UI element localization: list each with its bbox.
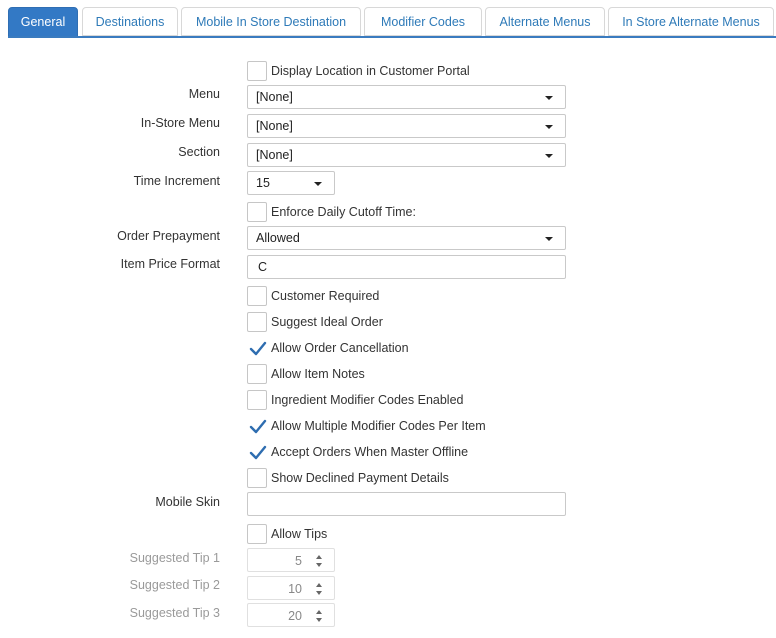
item-price-format-label: Item Price Format [120, 257, 220, 271]
checkmark-icon [249, 341, 267, 356]
time-increment-label: Time Increment [133, 174, 220, 188]
caret-down-icon [545, 154, 553, 158]
suggested-tip-3-label: Suggested Tip 3 [129, 606, 220, 620]
allow-order-cancellation-label: Allow Order Cancellation [271, 341, 409, 355]
menu-select-value: [None] [256, 90, 293, 104]
spinner-down-icon[interactable] [316, 563, 322, 567]
customer-required-checkbox[interactable] [247, 286, 267, 306]
order-prepayment-label: Order Prepayment [117, 229, 220, 243]
spinner-down-icon[interactable] [316, 591, 322, 595]
caret-down-icon [545, 237, 553, 241]
ingredient-modifier-codes-row[interactable]: Ingredient Modifier Codes Enabled [247, 390, 463, 410]
section-select-value: [None] [256, 148, 293, 162]
suggested-tip-1-stepper[interactable]: 5 [247, 548, 335, 572]
allow-tips-checkbox[interactable] [247, 524, 267, 544]
in-store-menu-label: In-Store Menu [140, 116, 220, 130]
spinner-up-icon[interactable] [316, 610, 322, 614]
tab-modifier-codes[interactable]: Modifier Codes [364, 7, 482, 36]
caret-down-icon [545, 125, 553, 129]
allow-tips-row[interactable]: Allow Tips [247, 524, 327, 544]
suggested-tip-2-stepper[interactable]: 10 [247, 576, 335, 600]
suggest-ideal-order-row[interactable]: Suggest Ideal Order [247, 312, 383, 332]
suggest-ideal-order-label: Suggest Ideal Order [271, 315, 383, 329]
tab-bar: General Destinations Mobile In Store Des… [8, 7, 776, 37]
show-declined-payment-checkbox[interactable] [247, 468, 267, 488]
caret-down-icon [545, 96, 553, 100]
accept-orders-master-offline-row[interactable]: Accept Orders When Master Offline [247, 442, 468, 462]
section-label: Section [178, 145, 220, 159]
item-price-format-value: C [258, 260, 268, 274]
accept-orders-master-offline-label: Accept Orders When Master Offline [271, 445, 469, 459]
allow-order-cancellation-row[interactable]: Allow Order Cancellation [247, 338, 409, 358]
suggested-tip-2-label: Suggested Tip 2 [129, 578, 220, 592]
allow-multiple-modifier-codes-checkbox[interactable] [247, 416, 267, 436]
ingredient-modifier-codes-checkbox[interactable] [247, 390, 267, 410]
item-price-format-input[interactable]: C [247, 255, 566, 279]
allow-tips-label: Allow Tips [271, 527, 328, 541]
suggested-tip-2-value: 10 [288, 582, 302, 596]
caret-down-icon [314, 182, 322, 186]
suggested-tip-1-label: Suggested Tip 1 [129, 551, 220, 565]
suggested-tip-3-value: 20 [288, 609, 302, 623]
in-store-menu-select-value: [None] [256, 119, 293, 133]
mobile-skin-input[interactable] [247, 492, 566, 516]
show-declined-payment-label: Show Declined Payment Details [271, 471, 449, 485]
tab-general[interactable]: General [8, 7, 78, 37]
spinner-up-icon[interactable] [316, 555, 322, 559]
allow-order-cancellation-checkbox[interactable] [247, 338, 267, 358]
customer-required-row[interactable]: Customer Required [247, 286, 379, 306]
order-prepayment-select-value: Allowed [256, 231, 300, 245]
allow-multiple-modifier-codes-row[interactable]: Allow Multiple Modifier Codes Per Item [247, 416, 486, 436]
allow-item-notes-label: Allow Item Notes [271, 367, 365, 381]
show-declined-payment-row[interactable]: Show Declined Payment Details [247, 468, 449, 488]
enforce-cutoff-row[interactable]: Enforce Daily Cutoff Time: [247, 202, 416, 222]
spinner-down-icon[interactable] [316, 618, 322, 622]
menu-select[interactable]: [None] [247, 85, 566, 109]
order-prepayment-select[interactable]: Allowed [247, 226, 566, 250]
display-location-row[interactable]: Display Location in Customer Portal [247, 61, 470, 81]
enforce-cutoff-checkbox[interactable] [247, 202, 267, 222]
suggested-tip-1-value: 5 [295, 554, 302, 568]
customer-required-label: Customer Required [271, 289, 380, 303]
accept-orders-master-offline-checkbox[interactable] [247, 442, 267, 462]
allow-multiple-modifier-codes-label: Allow Multiple Modifier Codes Per Item [271, 419, 486, 433]
enforce-cutoff-label: Enforce Daily Cutoff Time: [271, 205, 416, 219]
mobile-skin-label: Mobile Skin [155, 495, 220, 509]
checkmark-icon [249, 445, 267, 460]
menu-label: Menu [188, 87, 220, 101]
suggested-tip-3-stepper[interactable]: 20 [247, 603, 335, 627]
spinner-up-icon[interactable] [316, 583, 322, 587]
in-store-menu-select[interactable]: [None] [247, 114, 566, 138]
ingredient-modifier-codes-label: Ingredient Modifier Codes Enabled [271, 393, 464, 407]
checkmark-icon [249, 419, 267, 434]
suggest-ideal-order-checkbox[interactable] [247, 312, 267, 332]
allow-item-notes-checkbox[interactable] [247, 364, 267, 384]
time-increment-select[interactable]: 15 [247, 171, 335, 195]
tab-in-store-alternate-menus[interactable]: In Store Alternate Menus [608, 7, 774, 36]
display-location-checkbox[interactable] [247, 61, 267, 81]
display-location-label: Display Location in Customer Portal [271, 64, 470, 78]
tab-mobile-in-store-destination[interactable]: Mobile In Store Destination [181, 7, 361, 36]
tab-alternate-menus[interactable]: Alternate Menus [485, 7, 605, 36]
time-increment-select-value: 15 [256, 176, 270, 190]
section-select[interactable]: [None] [247, 143, 566, 167]
allow-item-notes-row[interactable]: Allow Item Notes [247, 364, 365, 384]
tab-destinations[interactable]: Destinations [82, 7, 178, 36]
tab-underline [8, 36, 776, 38]
